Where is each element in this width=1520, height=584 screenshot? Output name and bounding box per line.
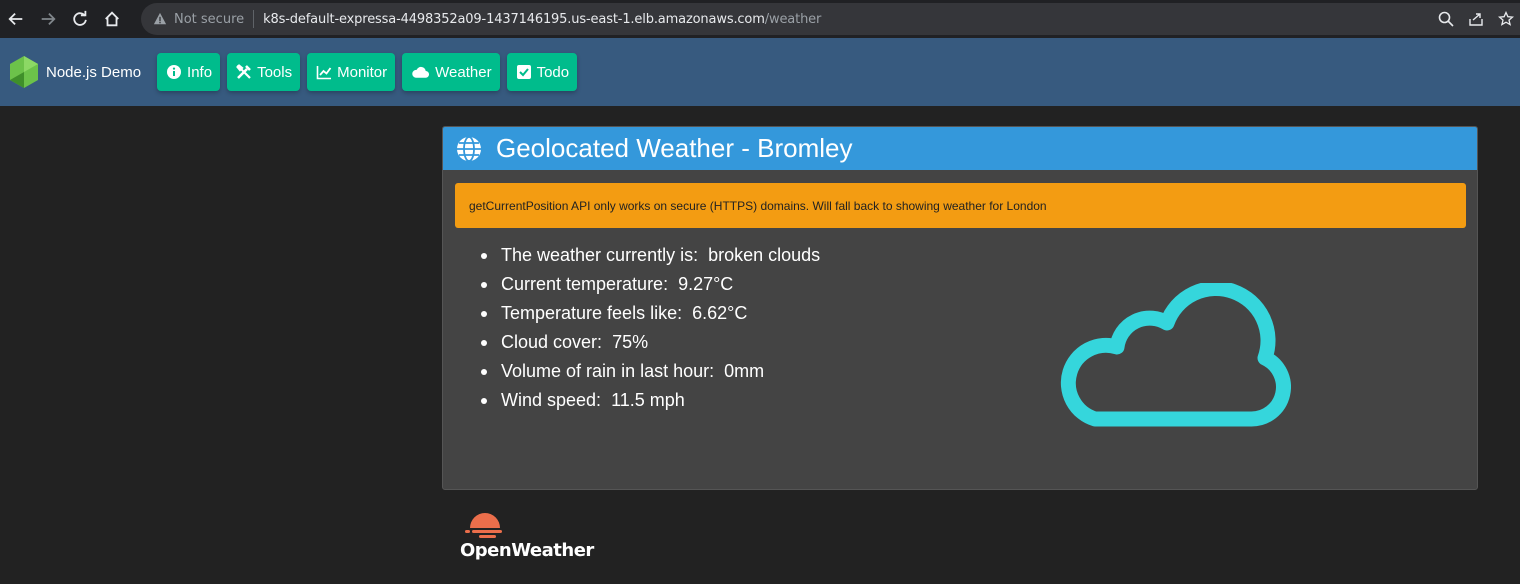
not-secure-label[interactable]: Not secure <box>174 12 244 27</box>
tools-icon <box>236 64 251 79</box>
weather-details-list: The weather currently is: broken clouds C… <box>481 241 820 415</box>
nav-weather-button[interactable]: Weather <box>402 53 500 91</box>
star-icon[interactable] <box>1498 11 1514 27</box>
https-warning-alert: getCurrentPosition API only works on sec… <box>455 183 1466 228</box>
nav-todo-button[interactable]: Todo <box>506 53 578 91</box>
nav-tools-label: Tools <box>257 63 293 81</box>
temperature-label: Current temperature: <box>501 274 669 294</box>
list-item: Wind speed: 11.5 mph <box>481 386 820 415</box>
arrow-right-icon <box>41 12 56 26</box>
nav-monitor-label: Monitor <box>337 63 388 81</box>
nav-weather-label: Weather <box>435 63 492 81</box>
list-item: Volume of rain in last hour: 0mm <box>481 357 820 386</box>
url-path: /weather <box>764 11 822 27</box>
chart-line-icon <box>316 66 332 80</box>
arrow-left-icon <box>8 12 23 26</box>
brand[interactable]: Node.js Demo <box>9 55 141 89</box>
cloud-cover-label: Cloud cover: <box>501 332 603 352</box>
weather-card: Geolocated Weather - Bromley getCurrentP… <box>442 126 1478 490</box>
reload-icon <box>73 10 87 26</box>
weather-label: The weather currently is: <box>501 245 699 265</box>
nodejs-logo-icon <box>10 56 38 88</box>
feels-like-value: 6.62°C <box>692 303 748 323</box>
list-item: Current temperature: 9.27°C <box>481 270 820 299</box>
weather-cloud-icon <box>1060 283 1291 427</box>
check-square-icon <box>516 65 531 79</box>
url-host: k8s-default-expressa-4498352a09-14371461… <box>263 11 765 27</box>
cloud-icon <box>412 66 430 78</box>
nav-info-label: Info <box>187 63 213 81</box>
nav-monitor-button[interactable]: Monitor <box>307 53 396 91</box>
app-navbar: Node.js Demo Info Tools Monitor Weather … <box>0 38 1520 106</box>
card-header: Geolocated Weather - Bromley <box>443 127 1477 170</box>
list-item: Cloud cover: 75% <box>481 328 820 357</box>
divider <box>253 10 255 28</box>
list-item: Temperature feels like: 6.62°C <box>481 299 820 328</box>
list-item: The weather currently is: broken clouds <box>481 241 820 270</box>
wind-speed-label: Wind speed: <box>501 390 602 410</box>
openweather-logo-text: OpenWeather <box>460 540 594 561</box>
browser-toolbar: Not secure k8s-default-expressa-4498352a… <box>0 0 1520 38</box>
nav-info-button[interactable]: Info <box>157 53 221 91</box>
weather-value: broken clouds <box>708 245 821 265</box>
rain-volume-label: Volume of rain in last hour: <box>501 361 715 381</box>
nav-todo-label: Todo <box>536 63 570 81</box>
globe-icon <box>457 135 481 162</box>
share-icon[interactable] <box>1468 11 1484 27</box>
rain-volume-value: 0mm <box>724 361 765 381</box>
temperature-value: 9.27°C <box>678 274 734 294</box>
cloud-cover-value: 75% <box>612 332 649 352</box>
nav-tools-button[interactable]: Tools <box>227 53 301 91</box>
brand-title: Node.js Demo <box>46 63 142 81</box>
address-bar[interactable]: Not secure k8s-default-expressa-4498352a… <box>141 3 1520 35</box>
home-button[interactable] <box>96 0 128 38</box>
url-text[interactable]: k8s-default-expressa-4498352a09-14371461… <box>263 12 821 27</box>
info-circle-icon <box>167 65 182 79</box>
card-title: Geolocated Weather - Bromley <box>496 133 853 163</box>
openweather-sun-icon <box>465 513 502 538</box>
warning-icon <box>152 11 168 27</box>
wind-speed-value: 11.5 mph <box>611 390 685 410</box>
home-icon <box>105 11 119 27</box>
forward-button[interactable] <box>32 0 64 38</box>
back-button[interactable] <box>0 0 32 38</box>
feels-like-label: Temperature feels like: <box>501 303 683 323</box>
reload-button[interactable] <box>64 0 96 38</box>
zoom-icon[interactable] <box>1438 11 1454 27</box>
